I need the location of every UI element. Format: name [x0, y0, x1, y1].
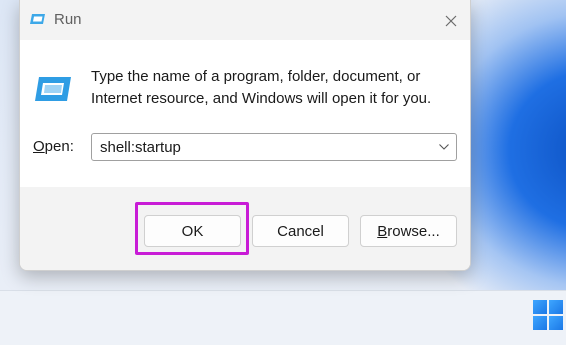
taskbar: [0, 290, 566, 345]
open-label-accesskey: O: [33, 138, 45, 155]
close-icon: [445, 15, 457, 27]
dropdown-button[interactable]: [432, 134, 456, 160]
browse-label-rest: rowse...: [387, 222, 440, 240]
chevron-down-icon: [439, 144, 449, 150]
open-label: Open:: [33, 138, 74, 155]
open-combobox[interactable]: shell:startup: [91, 133, 457, 161]
window-title: Run: [54, 11, 82, 28]
run-icon: [30, 12, 46, 26]
cancel-button[interactable]: Cancel: [252, 215, 349, 247]
browse-accesskey: B: [377, 222, 388, 240]
open-label-rest: pen:: [44, 138, 74, 155]
open-input-value[interactable]: shell:startup: [100, 139, 181, 156]
title-bar: Run: [20, 0, 470, 40]
description-text: Type the name of a program, folder, docu…: [91, 68, 432, 107]
dialog-content: Type the name of a program, folder, docu…: [20, 40, 470, 187]
close-button[interactable]: [436, 8, 466, 34]
browse-button[interactable]: Browse...: [360, 215, 457, 247]
run-icon: [34, 75, 72, 103]
windows-logo-icon[interactable]: [533, 300, 563, 330]
ok-highlight-box: [135, 202, 249, 255]
